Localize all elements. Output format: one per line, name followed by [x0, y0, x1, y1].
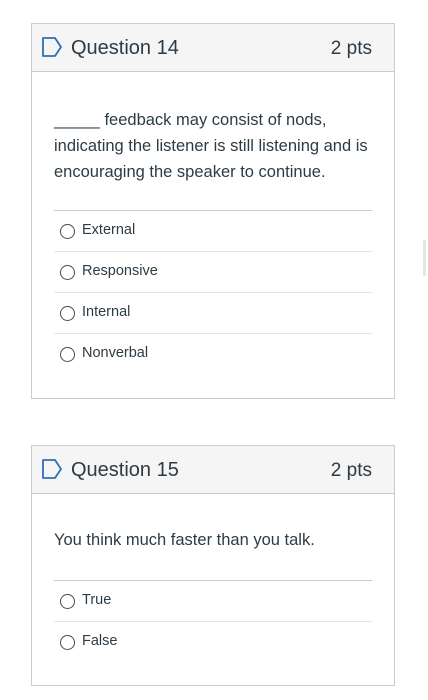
answer-label[interactable]: External: [82, 222, 135, 238]
answer-list: True False: [54, 580, 372, 663]
radio-button[interactable]: [60, 224, 75, 239]
radio-button[interactable]: [60, 306, 75, 321]
question-text: _____ feedback may consist of nods, indi…: [54, 111, 368, 181]
flag-outline-icon[interactable]: [41, 459, 63, 479]
answer-label[interactable]: Nonverbal: [82, 345, 148, 361]
radio-button[interactable]: [60, 594, 75, 609]
question-15-card: Question 15 2 pts You think much faster …: [31, 445, 395, 686]
answer-label[interactable]: False: [82, 633, 117, 649]
radio-button[interactable]: [60, 265, 75, 280]
answer-label[interactable]: Internal: [82, 304, 130, 320]
question-header: Question 15 2 pts: [32, 446, 394, 494]
answer-list: External Responsive Internal Nonverbal: [54, 210, 372, 375]
radio-button[interactable]: [60, 347, 75, 362]
answer-option[interactable]: Nonverbal: [54, 334, 372, 375]
question-header: Question 14 2 pts: [32, 24, 394, 72]
answer-option[interactable]: Responsive: [54, 252, 372, 293]
scrollbar-thumb[interactable]: [423, 240, 426, 276]
radio-button[interactable]: [60, 635, 75, 650]
answer-option[interactable]: True: [54, 581, 372, 622]
flag-outline-icon[interactable]: [41, 37, 63, 57]
question-title: Question 15: [71, 459, 179, 481]
answer-label[interactable]: Responsive: [82, 263, 158, 279]
question-14-card: Question 14 2 pts _____ feedback may con…: [31, 23, 395, 399]
answer-option[interactable]: False: [54, 622, 372, 663]
question-title: Question 14: [71, 37, 179, 59]
question-points: 2 pts: [330, 460, 372, 481]
question-points: 2 pts: [330, 38, 372, 59]
question-text: You think much faster than you talk.: [54, 531, 315, 549]
answer-option[interactable]: External: [54, 211, 372, 252]
answer-label[interactable]: True: [82, 592, 111, 608]
answer-option[interactable]: Internal: [54, 293, 372, 334]
